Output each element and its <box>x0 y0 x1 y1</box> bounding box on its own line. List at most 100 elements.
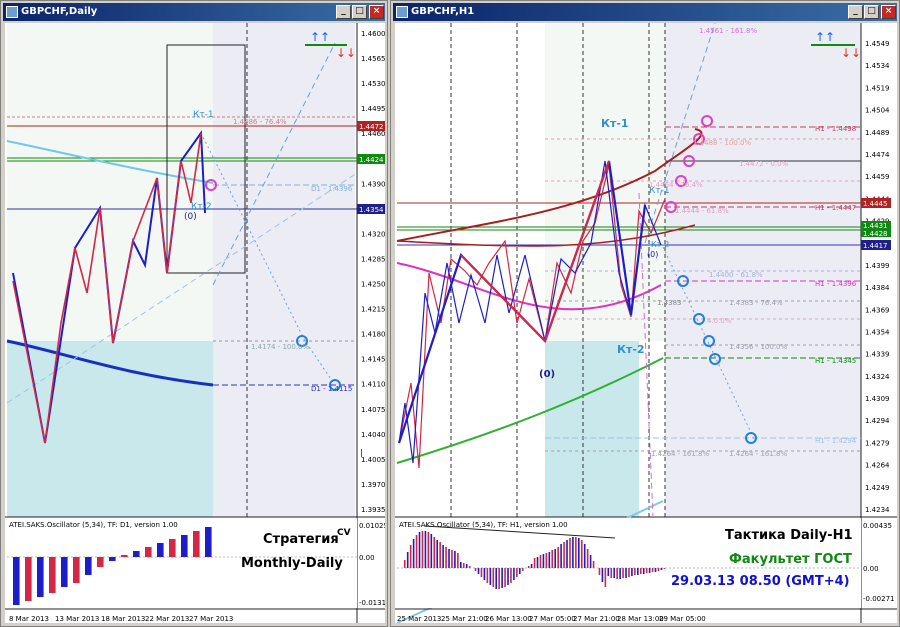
svg-text:1.4264 - 161.8%: 1.4264 - 161.8% <box>729 450 788 458</box>
daily-chart-window[interactable]: GBPCHF,Daily _ □ × ↑↑ ↓↓ | 1.4600 1.4565… <box>0 0 388 627</box>
daily-chart-area[interactable]: ↑↑ ↓↓ | 1.46001.45651.45301.44951.44601.… <box>5 23 385 623</box>
osc-bar <box>569 538 571 568</box>
osc-bar <box>465 564 468 568</box>
osc-bar <box>628 568 630 577</box>
osc-bar <box>439 542 441 568</box>
svg-text:1.4356 - 100.0%: 1.4356 - 100.0% <box>729 343 788 351</box>
label-kt2-big: Кт-2 <box>617 343 645 356</box>
osc-bar <box>560 544 562 568</box>
osc-bar <box>607 568 610 576</box>
osc-bar <box>631 568 633 576</box>
minimize-button[interactable]: _ <box>336 5 351 19</box>
h1-chart-window[interactable]: GBPCHF,H1 _ □ × ↑↑ ↓↓ 1.4549 1.4534 1.45… <box>390 0 900 627</box>
history-shade <box>7 23 213 341</box>
h1-chart-area[interactable]: ↑↑ ↓↓ 1.4549 1.4534 1.4519 1.4504 1.4489 1.44… <box>395 23 897 623</box>
h1-title-bar[interactable]: GBPCHF,H1 _ □ × <box>393 3 897 21</box>
osc-bar <box>61 557 68 587</box>
price-tick: 1.4279 <box>865 439 890 447</box>
osc-bar <box>483 568 486 580</box>
osc-bar <box>477 568 480 574</box>
label-kt2-small: Кт-2 <box>651 240 669 249</box>
date-label-0: 8 Mar 2013 <box>9 615 49 623</box>
price-tick: 1.4519 <box>865 84 890 92</box>
label-zero: (0) <box>184 212 197 222</box>
price-tick: 1.4460 <box>361 130 385 138</box>
osc-bar <box>448 549 450 568</box>
osc-bar <box>409 545 412 568</box>
price-marker-green-1-text: 1.4431 <box>863 222 888 230</box>
osc-bar <box>133 551 140 557</box>
osc-bar <box>657 568 660 571</box>
osc-bar <box>663 568 666 569</box>
osc-bar <box>97 557 104 567</box>
osc-bar <box>580 540 583 568</box>
close-button[interactable]: × <box>369 5 384 19</box>
minimize-button[interactable]: _ <box>848 5 863 19</box>
osc-bar <box>542 554 545 568</box>
osc-bar <box>489 568 492 585</box>
osc-tick-zero: 0.00 <box>359 554 375 562</box>
chart-window-icon <box>396 6 408 18</box>
osc-bar <box>13 557 20 605</box>
osc-bar <box>545 553 548 568</box>
osc-bar <box>406 552 409 568</box>
price-tick: 1.4320 <box>361 230 385 238</box>
oscillator-title: ATEI.SAKS.Oscillator (5,34), TF: H1, ver… <box>399 521 568 529</box>
osc-bar <box>145 547 152 557</box>
osc-bar <box>563 542 565 568</box>
osc-bar <box>637 568 639 575</box>
price-tick: 1.4309 <box>865 395 890 403</box>
svg-text:1.4383 - 76.4%: 1.4383 - 76.4% <box>729 299 783 307</box>
close-button[interactable]: × <box>881 5 896 19</box>
osc-bar <box>645 568 648 573</box>
up-arrows-icon: ↑↑ <box>310 30 330 44</box>
strategy-line2: Monthly-Daily <box>241 556 343 571</box>
osc-bar <box>639 568 642 574</box>
svg-text:H1 - 1.4345: H1 - 1.4345 <box>815 357 856 365</box>
label-d1a: D1 - 1.4396 <box>311 185 353 193</box>
support-zone <box>545 341 639 517</box>
osc-bar <box>421 531 424 568</box>
osc-bar <box>527 566 530 568</box>
daily-window-title: GBPCHF,Daily <box>21 6 98 17</box>
date-label-5: 28 Mar 13:00 <box>617 615 664 623</box>
osc-bar <box>613 568 616 578</box>
osc-bar <box>619 568 621 579</box>
price-tick: 1.4459 <box>865 173 890 181</box>
price-tick: 1.4250 <box>361 281 385 289</box>
strategy-line1: Стратегия <box>263 532 339 547</box>
svg-text:H1 - 1.4498: H1 - 1.4498 <box>815 125 856 133</box>
price-tick: 1.4600 <box>361 30 385 38</box>
svg-text:1.4561 - 161.8%: 1.4561 - 161.8% <box>699 27 758 35</box>
price-tick: 1.4294 <box>865 417 890 425</box>
price-tick: 1.4215 <box>361 306 385 314</box>
price-tick: 1.4180 <box>361 331 385 339</box>
osc-bar <box>533 558 536 568</box>
osc-bar <box>642 568 645 574</box>
osc-bar <box>504 568 506 587</box>
maximize-button[interactable]: □ <box>864 5 879 19</box>
osc-tick-zero: 0.00 <box>863 565 879 573</box>
oscillator-title: ATEI.SAKS.Oscillator (5,34), TF: D1, ver… <box>9 521 178 529</box>
osc-bar <box>622 568 624 578</box>
label-kt2: Кт-2 <box>191 202 212 212</box>
label-d1b: D1 - 1.4115 <box>311 385 352 393</box>
osc-bar <box>501 568 503 588</box>
osc-bar <box>427 532 430 568</box>
maximize-button[interactable]: □ <box>352 5 367 19</box>
price-tick: 1.3935 <box>361 506 385 514</box>
osc-tick-max: 0.01025 <box>359 522 385 530</box>
future-zone <box>213 23 355 517</box>
date-label-1: 25 Mar 21:00 <box>441 615 488 623</box>
osc-bar <box>37 557 44 597</box>
price-tick: 1.4075 <box>361 406 385 414</box>
svg-text:H1 - 1.4294: H1 - 1.4294 <box>815 437 857 445</box>
osc-bar <box>415 535 418 568</box>
daily-title-bar[interactable]: GBPCHF,Daily _ □ × <box>3 3 385 21</box>
price-marker-green-2-text: 1.4428 <box>863 230 888 238</box>
osc-bar <box>554 549 557 568</box>
osc-bar <box>539 555 542 568</box>
price-tick: 1.4285 <box>361 255 385 263</box>
osc-bar <box>651 568 654 572</box>
price-tick: 1.4249 <box>865 484 890 492</box>
